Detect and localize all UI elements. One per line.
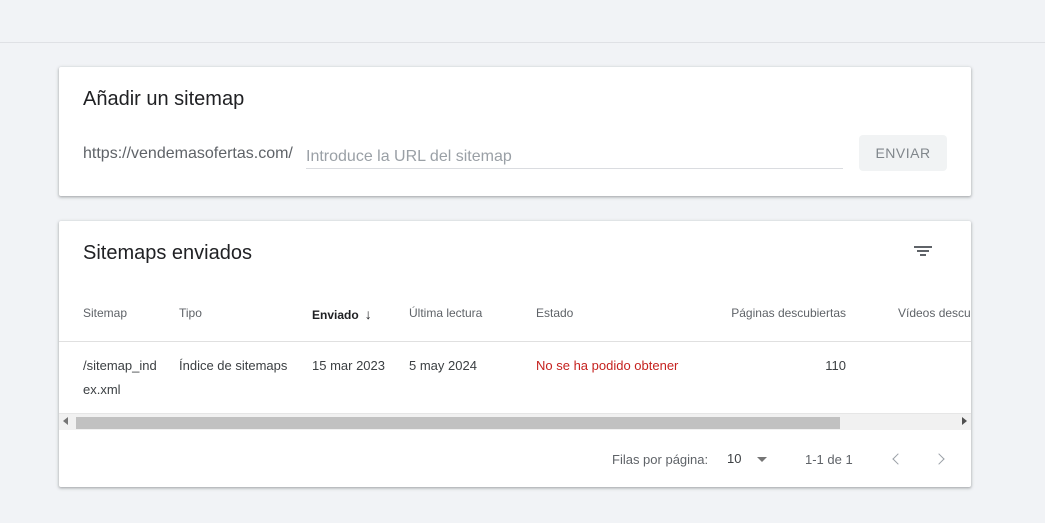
column-header-videos[interactable]: Vídeos descubiertos [898,306,971,320]
cell-tipo: Índice de sitemaps [179,358,288,373]
table-header-divider [59,341,971,342]
add-sitemap-card: Añadir un sitemap https://vendemasoferta… [59,67,971,196]
scrollbar-thumb[interactable] [76,417,840,429]
column-header-sitemap[interactable]: Sitemap [83,306,127,320]
rows-per-page-label: Filas por página: [612,452,709,467]
submitted-sitemaps-card: Sitemaps enviados Sitemap Tipo Enviado ↓ … [59,221,971,487]
scroll-right-arrow-icon[interactable] [962,417,967,425]
column-header-paginas[interactable]: Páginas descubiertas [719,306,846,320]
horizontal-scrollbar[interactable] [59,413,971,430]
cell-enviado: 15 mar 2023 [312,358,385,373]
submitted-sitemaps-title: Sitemaps enviados [83,242,252,264]
rows-per-page-select[interactable]: 10 [727,451,741,466]
top-app-bar [0,0,1045,43]
cell-ultima-lectura: 5 may 2024 [409,358,477,373]
submit-sitemap-button[interactable]: ENVIAR [859,135,947,171]
chevron-left-icon[interactable] [887,451,903,467]
column-header-ultima-lectura[interactable]: Última lectura [409,306,482,320]
column-header-tipo[interactable]: Tipo [179,306,202,320]
cell-paginas: 110 [825,358,846,373]
column-header-enviado-label: Enviado [312,308,359,322]
chevron-right-icon[interactable] [932,451,948,467]
sitemap-url-input[interactable] [306,141,843,169]
dropdown-arrow-icon[interactable] [757,457,767,462]
scroll-left-arrow-icon[interactable] [63,417,68,425]
arrow-downward-icon: ↓ [364,306,372,322]
column-header-enviado[interactable]: Enviado ↓ [312,306,372,322]
pagination-range: 1-1 de 1 [805,452,853,467]
sitemap-url-prefix: https://vendemasofertas.com/ [83,145,293,162]
cell-sitemap: /sitemap_index.xml [83,358,157,397]
add-sitemap-title: Añadir un sitemap [83,88,245,110]
column-header-estado[interactable]: Estado [536,306,573,320]
filter-list-icon[interactable] [911,239,935,263]
cell-estado: No se ha podido obtener [536,358,679,373]
